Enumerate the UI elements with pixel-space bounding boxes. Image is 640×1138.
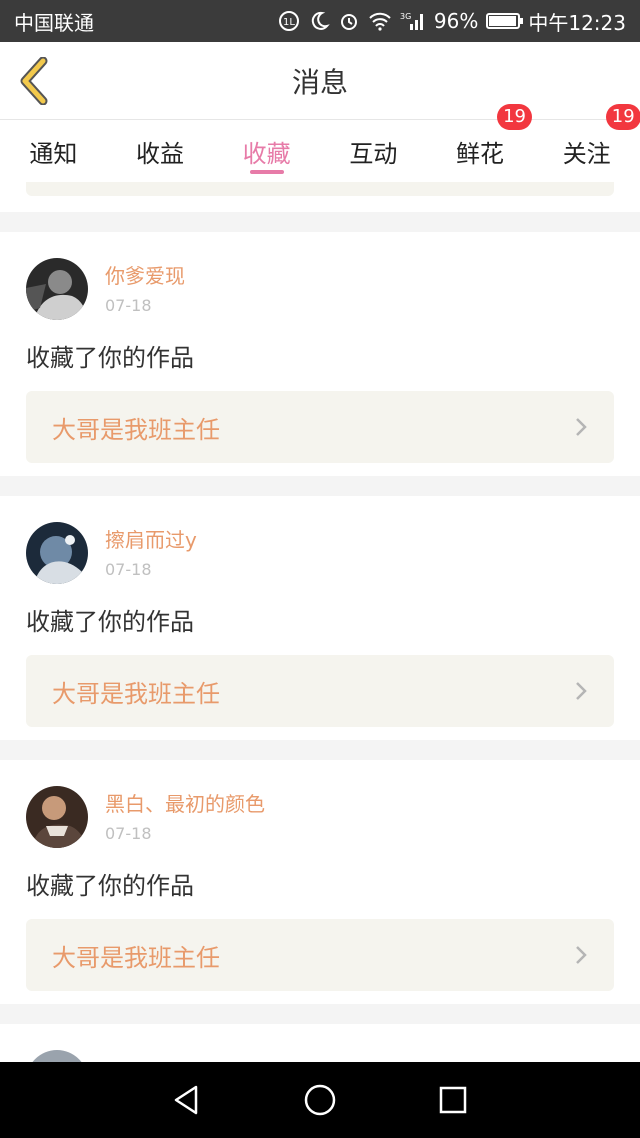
item-meta: 擦肩而过y 07-18 <box>105 528 197 579</box>
battery-fill <box>489 16 517 26</box>
moon-icon <box>308 10 330 32</box>
battery-icon <box>486 13 524 29</box>
chevron-right-icon <box>576 682 587 700</box>
action-text: 收藏了你的作品 <box>26 344 194 372</box>
tab-follow[interactable]: 关注 19 <box>533 103 640 182</box>
work-title: 大哥是我班主任 <box>52 679 220 708</box>
nav-back-button[interactable] <box>162 1075 212 1125</box>
circle-home-icon <box>304 1084 336 1116</box>
tab-label: 鲜花 19 <box>456 103 533 169</box>
tab-bar: 通知 收益 收藏 互动 鲜花 19 关注 19 <box>0 103 640 182</box>
list-item: 你爹爱现 07-18 收藏了你的作品 大哥是我班主任 <box>0 232 640 476</box>
unread-badge: 19 <box>605 103 640 130</box>
action-text: 收藏了你的作品 <box>26 608 194 636</box>
tab-notice[interactable]: 通知 <box>0 120 107 182</box>
user-name[interactable]: 黑白、最初的颜色 <box>105 792 265 816</box>
tab-label: 收藏 <box>242 139 291 168</box>
tab-flowers[interactable]: 鲜花 19 <box>427 103 534 182</box>
nav-home-button[interactable] <box>295 1075 345 1125</box>
work-link[interactable]: 大哥是我班主任 <box>26 919 614 991</box>
user-name[interactable]: 你爹爱现 <box>105 264 185 288</box>
item-meta: 你爹爱现 07-18 <box>105 264 185 315</box>
tab-label: 收益 <box>136 139 184 168</box>
item-meta: 黑白、最初的颜色 07-18 <box>105 792 265 843</box>
chevron-left-icon <box>20 57 48 105</box>
list-item-partial <box>0 1024 640 1062</box>
carrier-name: 中国联通 <box>14 10 94 35</box>
tab-label: 关注 19 <box>562 103 640 169</box>
nav-recent-button[interactable] <box>428 1075 478 1125</box>
hd-call-icon: 1L <box>278 10 300 32</box>
tab-earnings[interactable]: 收益 <box>107 120 214 182</box>
status-bar: 中国联通 1L 3G 96% 中午12:23 <box>0 0 640 42</box>
work-link-partial <box>26 182 614 196</box>
square-recent-icon <box>440 1086 467 1114</box>
message-feed[interactable]: 你爹爱现 07-18 收藏了你的作品 大哥是我班主任 擦肩而过y 07-18 收… <box>0 182 640 1062</box>
avatar[interactable] <box>26 786 88 848</box>
work-link[interactable]: 大哥是我班主任 <box>26 391 614 463</box>
unread-badge: 19 <box>497 103 533 130</box>
avatar[interactable] <box>26 1050 88 1062</box>
item-header: 擦肩而过y 07-18 <box>26 522 614 584</box>
status-icons: 1L 3G 96% 中午12:23 <box>278 7 626 36</box>
active-tab-indicator <box>249 170 284 174</box>
tab-label: 通知 <box>29 139 78 168</box>
page-title: 消息 <box>291 65 348 99</box>
system-nav-bar <box>0 1062 640 1138</box>
work-title: 大哥是我班主任 <box>52 415 220 444</box>
triangle-back-icon <box>174 1085 197 1115</box>
avatar[interactable] <box>26 258 88 320</box>
header: 消息 <box>0 42 640 120</box>
tab-favorites[interactable]: 收藏 <box>213 120 320 182</box>
user-name[interactable]: 擦肩而过y <box>105 528 197 552</box>
tab-interaction[interactable]: 互动 <box>320 120 427 182</box>
work-link[interactable]: 大哥是我班主任 <box>26 655 614 727</box>
list-item: 擦肩而过y 07-18 收藏了你的作品 大哥是我班主任 <box>0 496 640 740</box>
tab-label-text: 关注 <box>562 139 611 168</box>
item-date: 07-18 <box>105 296 152 315</box>
svg-text:1L: 1L <box>283 17 295 28</box>
tab-label-text: 鲜花 <box>456 139 505 168</box>
item-header: 你爹爱现 07-18 <box>26 258 614 320</box>
battery-percent: 96% <box>433 9 479 33</box>
back-button[interactable] <box>14 56 54 106</box>
chevron-right-icon <box>576 418 587 436</box>
alarm-icon <box>338 10 360 32</box>
list-item: 黑白、最初的颜色 07-18 收藏了你的作品 大哥是我班主任 <box>0 760 640 1004</box>
wifi-icon <box>368 10 392 32</box>
item-header: 黑白、最初的颜色 07-18 <box>26 786 614 848</box>
svg-text:3G: 3G <box>400 12 411 21</box>
action-text: 收藏了你的作品 <box>26 872 194 900</box>
signal-icon: 3G <box>400 10 426 32</box>
work-title: 大哥是我班主任 <box>52 943 220 972</box>
item-header <box>26 1050 614 1062</box>
chevron-right-icon <box>576 946 587 964</box>
item-date: 07-18 <box>105 824 152 843</box>
item-date: 07-18 <box>105 560 152 579</box>
clock: 中午12:23 <box>528 10 626 35</box>
list-item-partial <box>0 182 640 212</box>
avatar[interactable] <box>26 522 88 584</box>
tab-label: 互动 <box>349 139 398 168</box>
